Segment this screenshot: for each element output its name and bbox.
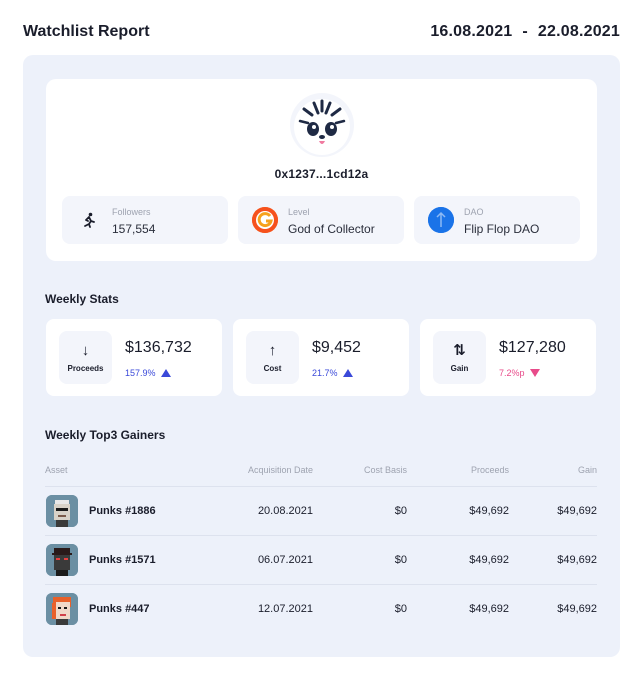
gain-icon-box: ⇅ Gain [433, 331, 486, 384]
gain: $49,692 [557, 505, 597, 517]
acquisition-date: 20.08.2021 [257, 505, 313, 517]
date-range: 16.08.2021-22.08.2021 [430, 23, 620, 41]
arrow-down-icon: ↓ [81, 342, 90, 359]
punk-avatar [46, 495, 78, 527]
date-from: 16.08.2021 [430, 23, 513, 40]
column-header-acquisition-date[interactable]: Acquisition Date [248, 465, 313, 475]
proceeds-change: 157.9% [125, 368, 171, 378]
proceeds-label: Proceeds [67, 364, 104, 373]
arrow-up-icon: ↑ [268, 342, 277, 359]
proceeds: $49,692 [469, 554, 509, 566]
gain-change-value: 7.2%p [499, 368, 525, 378]
dao-logo-icon [428, 207, 454, 233]
punk-avatar [46, 544, 78, 576]
top-gainers-table: Asset Acquisition Date Cost Basis Procee… [45, 459, 597, 634]
level-label: Level [288, 207, 310, 217]
triangle-down-icon [529, 369, 540, 377]
report-title: Watchlist Report [23, 23, 150, 40]
report-panel: 0x1237...1cd12a Followers 157,554 Level [23, 55, 620, 657]
asset-name: Punks #1886 [89, 505, 156, 517]
runner-icon [76, 207, 102, 233]
table-row[interactable]: Punks #1886 20.08.2021 $0 $49,692 $49,69… [45, 487, 597, 536]
swap-vertical-icon: ⇅ [453, 342, 466, 359]
followers-box: Followers 157,554 [62, 196, 228, 244]
weekly-stats-title: Weekly Stats [45, 292, 119, 306]
level-logo-icon [252, 207, 278, 233]
cost-change-value: 21.7% [312, 368, 338, 378]
cost-change: 21.7% [312, 368, 353, 378]
column-header-gain[interactable]: Gain [578, 465, 597, 475]
acquisition-date: 12.07.2021 [257, 603, 313, 615]
top-gainers-title: Weekly Top3 Gainers [45, 428, 166, 442]
dao-label: DAO [464, 207, 484, 217]
proceeds-change-value: 157.9% [125, 368, 156, 378]
stat-card-cost: ↑ Cost $9,452 21.7% [233, 319, 409, 396]
gain-amount: $127,280 [499, 339, 566, 356]
date-to: 22.08.2021 [537, 23, 620, 40]
asset-name: Punks #1571 [89, 554, 156, 566]
table-row[interactable]: Punks #1571 06.07.2021 $0 $49,692 $49,69… [45, 536, 597, 585]
table-row[interactable]: Punks #447 12.07.2021 $0 $49,692 $49,692 [45, 585, 597, 634]
cost-label: Cost [263, 364, 282, 373]
stat-card-gain: ⇅ Gain $127,280 7.2%p [420, 319, 596, 396]
proceeds: $49,692 [469, 505, 509, 517]
triangle-up-icon [160, 369, 171, 377]
proceeds-amount: $136,732 [125, 339, 192, 356]
level-value: God of Collector [288, 222, 375, 236]
cost-basis: $0 [394, 603, 407, 615]
triangle-up-icon [342, 369, 353, 377]
gain: $49,692 [557, 554, 597, 566]
cost-amount: $9,452 [312, 339, 361, 356]
followers-value: 157,554 [112, 222, 156, 236]
stat-card-proceeds: ↓ Proceeds $136,732 157.9% [46, 319, 222, 396]
gain-label: Gain [450, 364, 469, 373]
cost-basis: $0 [394, 554, 407, 566]
column-header-asset[interactable]: Asset [45, 465, 68, 475]
wallet-address: 0x1237...1cd12a [274, 167, 369, 181]
profile-card: 0x1237...1cd12a Followers 157,554 Level [46, 79, 597, 261]
followers-label: Followers [112, 207, 151, 217]
dao-box: DAO Flip Flop DAO [414, 196, 580, 244]
table-header: Asset Acquisition Date Cost Basis Procee… [45, 459, 597, 487]
cost-icon-box: ↑ Cost [246, 331, 299, 384]
gain-change: 7.2%p [499, 368, 540, 378]
profile-avatar[interactable] [290, 93, 354, 157]
column-header-proceeds[interactable]: Proceeds [471, 465, 509, 475]
dao-value: Flip Flop DAO [464, 222, 540, 236]
asset-name: Punks #447 [89, 603, 150, 615]
proceeds-icon-box: ↓ Proceeds [59, 331, 112, 384]
cost-basis: $0 [394, 505, 407, 517]
level-box: Level God of Collector [238, 196, 404, 244]
punk-avatar [46, 593, 78, 625]
date-separator: - [522, 23, 528, 40]
column-header-cost-basis[interactable]: Cost Basis [364, 465, 407, 475]
gain: $49,692 [557, 603, 597, 615]
proceeds: $49,692 [469, 603, 509, 615]
acquisition-date: 06.07.2021 [257, 554, 313, 566]
report-header: Watchlist Report 16.08.2021-22.08.2021 [23, 18, 620, 46]
